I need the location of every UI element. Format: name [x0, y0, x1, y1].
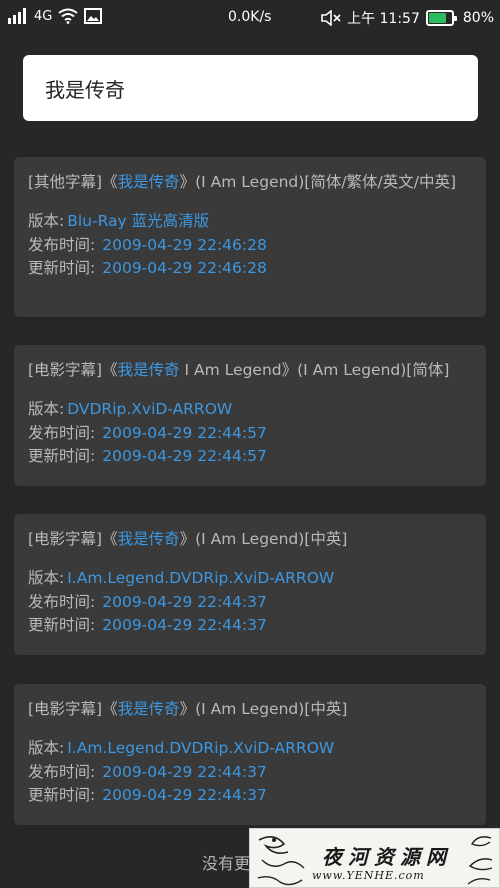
watermark: 夜河资源网 www.YENHE.com: [249, 828, 500, 888]
version-row: 版本: I.Am.Legend.DVDRip.XviD-ARROW: [28, 737, 472, 761]
battery-indicator: 80%: [425, 10, 494, 26]
result-card[interactable]: [电影字幕]《我是传奇》(I Am Legend)[中英] 版本: I.Am.Le…: [14, 684, 486, 825]
signal-icon: [8, 8, 28, 24]
result-card[interactable]: [其他字幕]《我是传奇》(I Am Legend)[简体/繁体/英文/中英] 版…: [14, 157, 486, 317]
published-row: 发布时间: 2009-04-29 22:44:37: [28, 591, 472, 615]
updated-value: 2009-04-29 22:44:57: [102, 447, 267, 465]
result-title: [电影字幕]《我是传奇》(I Am Legend)[中英]: [28, 530, 348, 548]
wifi-icon: [58, 8, 78, 24]
version-row: 版本: Blu-Ray 蓝光高清版: [28, 210, 472, 234]
title-highlight: 我是传奇: [117, 530, 180, 548]
ornament-icon: [467, 836, 493, 885]
version-value: I.Am.Legend.DVDRip.XviD-ARROW: [67, 739, 335, 757]
version-row: 版本: I.Am.Legend.DVDRip.XviD-ARROW: [28, 567, 472, 591]
title-highlight: 我是传奇: [117, 173, 180, 191]
result-title: [其他字幕]《我是传奇》(I Am Legend)[简体/繁体/英文/中英]: [28, 173, 457, 191]
updated-value: 2009-04-29 22:46:28: [102, 259, 267, 277]
updated-row: 更新时间: 2009-04-29 22:44:57: [28, 445, 472, 469]
clock: 上午 11:57: [347, 11, 420, 27]
result-title: [电影字幕]《我是传奇 I Am Legend》(I Am Legend)[简体…: [28, 361, 450, 379]
version-row: 版本: DVDRip.XviD-ARROW: [28, 398, 472, 422]
updated-value: 2009-04-29 22:44:37: [102, 616, 267, 634]
mute-icon: [321, 10, 341, 26]
status-bar: 4G 0.0K/s 上午 11:57 80%: [0, 0, 500, 34]
battery-percent: 80%: [462, 10, 494, 26]
updated-row: 更新时间: 2009-04-29 22:44:37: [28, 784, 472, 808]
updated-value: 2009-04-29 22:44:37: [102, 786, 267, 804]
published-value: 2009-04-29 22:44:37: [102, 762, 267, 781]
version-value: Blu-Ray 蓝光高清版: [67, 212, 210, 230]
published-row: 发布时间: 2009-04-29 22:46:28: [28, 234, 472, 258]
watermark-url: www.YENHE.com: [312, 869, 425, 882]
battery-icon: [425, 10, 457, 26]
image-notification-icon: [84, 8, 103, 24]
network-speed: 0.0K/s: [228, 9, 272, 25]
version-value: I.Am.Legend.DVDRip.XviD-ARROW: [67, 569, 335, 587]
updated-row: 更新时间: 2009-04-29 22:46:28: [28, 257, 472, 281]
result-title: [电影字幕]《我是传奇》(I Am Legend)[中英]: [28, 700, 348, 718]
version-value: DVDRip.XviD-ARROW: [67, 400, 233, 418]
result-card[interactable]: [电影字幕]《我是传奇 I Am Legend》(I Am Legend)[简体…: [14, 345, 486, 486]
title-highlight: 我是传奇: [117, 361, 180, 379]
published-row: 发布时间: 2009-04-29 22:44:37: [28, 761, 472, 785]
published-value: 2009-04-29 22:46:28: [102, 235, 267, 254]
published-row: 发布时间: 2009-04-29 22:44:57: [28, 422, 472, 446]
published-value: 2009-04-29 22:44:57: [102, 423, 267, 442]
network-type: 4G: [34, 8, 53, 24]
search-input[interactable]: 我是传奇: [23, 55, 478, 121]
watermark-title: 夜河资源网: [322, 845, 452, 869]
search-query: 我是传奇: [45, 77, 125, 102]
published-value: 2009-04-29 22:44:37: [102, 592, 267, 611]
title-highlight: 我是传奇: [117, 700, 180, 718]
result-card[interactable]: [电影字幕]《我是传奇》(I Am Legend)[中英] 版本: I.Am.Le…: [14, 514, 486, 655]
updated-row: 更新时间: 2009-04-29 22:44:37: [28, 614, 472, 638]
ornament-icon: [257, 836, 305, 886]
